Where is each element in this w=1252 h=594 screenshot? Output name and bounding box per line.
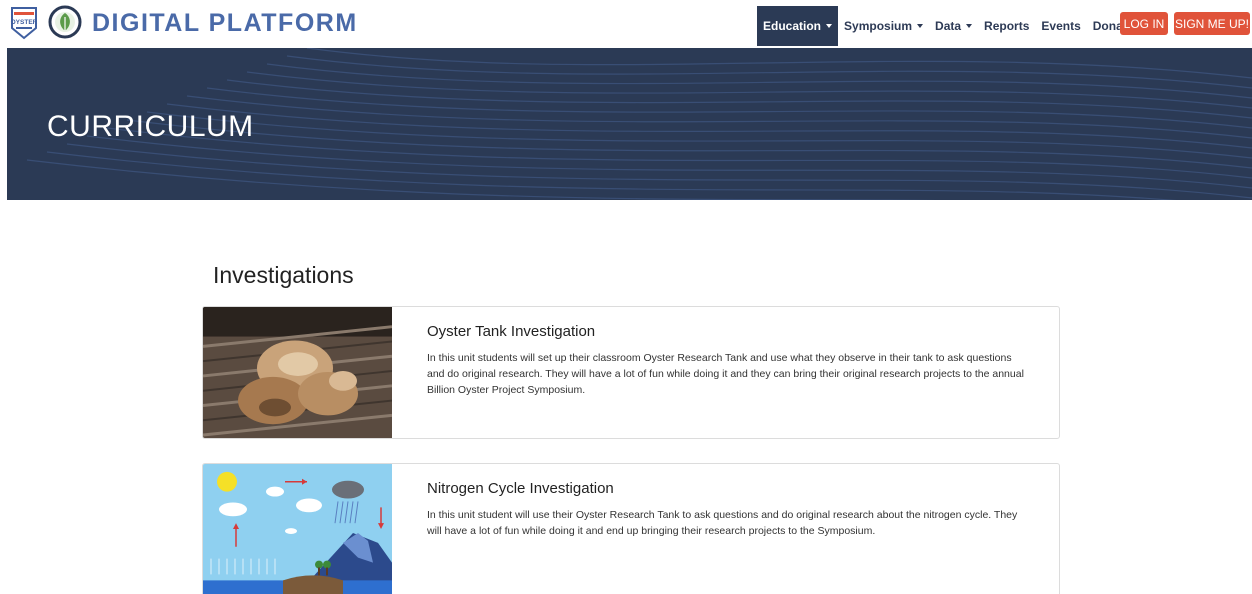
nav-reports-label: Reports (984, 19, 1030, 33)
nav-events-label: Events (1041, 19, 1081, 33)
nitrogen-cycle-illustration[interactable] (203, 464, 392, 594)
nav-symposium-label: Symposium (844, 19, 913, 33)
card-body: Nitrogen Cycle Investigation In this uni… (427, 480, 1027, 539)
nav-symposium[interactable]: Symposium (838, 6, 929, 46)
hero-banner: CURRICULUM (7, 48, 1252, 200)
card-title[interactable]: Oyster Tank Investigation (427, 323, 1027, 340)
main-nav: Education Symposium Data Reports Events … (757, 4, 1139, 48)
signup-button[interactable]: SIGN ME UP! (1174, 12, 1250, 35)
page-title: CURRICULUM (47, 110, 254, 143)
nav-education[interactable]: Education (757, 6, 839, 46)
caret-down-icon (917, 24, 924, 28)
login-button[interactable]: LOG IN (1120, 12, 1168, 35)
card-description: In this unit student will use their Oyst… (427, 509, 1018, 537)
card-title[interactable]: Nitrogen Cycle Investigation (427, 480, 1027, 497)
card-description: In this unit students will set up their … (427, 352, 1024, 396)
card-body: Oyster Tank Investigation In this unit s… (427, 323, 1027, 398)
leaf-circle-logo[interactable] (48, 5, 82, 39)
sun-icon (217, 471, 237, 492)
nav-reports[interactable]: Reports (978, 6, 1035, 46)
top-navbar: OYSTER DIGITAL PLATFORM Education Sympos… (0, 0, 1252, 48)
investigation-card-oyster-tank[interactable]: Oyster Tank Investigation In this unit s… (202, 306, 1060, 439)
nav-data-label: Data (935, 19, 962, 33)
investigation-card-nitrogen-cycle[interactable]: Nitrogen Cycle Investigation In this uni… (202, 463, 1060, 594)
section-title: Investigations (213, 262, 354, 288)
nav-data[interactable]: Data (929, 6, 978, 46)
badge-text: OYSTER (11, 19, 38, 26)
caret-down-icon (966, 24, 973, 28)
oyster-photo[interactable] (203, 307, 392, 438)
caret-down-icon (826, 24, 833, 28)
oyster-badge-logo[interactable]: OYSTER (10, 6, 38, 40)
nav-education-label: Education (763, 19, 822, 33)
brand-name[interactable]: DIGITAL PLATFORM (92, 9, 358, 38)
nav-events[interactable]: Events (1035, 6, 1086, 46)
